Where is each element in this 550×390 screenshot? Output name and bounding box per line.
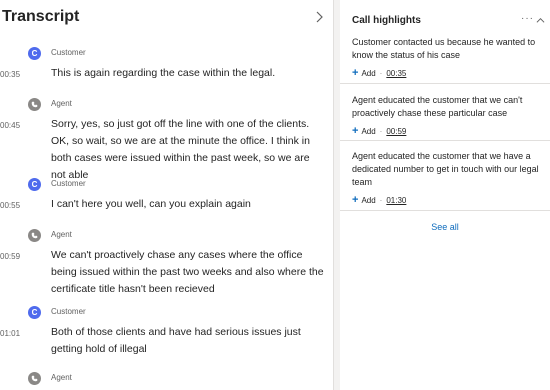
speaker-name: Agent — [51, 373, 72, 382]
speaker-name: Agent — [51, 230, 72, 239]
timestamp[interactable]: 01:01 — [0, 328, 20, 340]
highlight-timestamp-link[interactable]: 01:30 — [386, 196, 406, 205]
plus-icon[interactable]: + — [352, 194, 358, 206]
speaker-row: Agent — [0, 98, 200, 112]
highlight-text: Agent educated the customer that we can'… — [352, 95, 523, 118]
transcript-title: Transcript — [2, 8, 80, 25]
phone-icon — [31, 101, 38, 108]
speaker-row: C Customer — [0, 47, 200, 61]
speaker-row: Agent — [0, 372, 200, 386]
highlight-actions: + Add · 00:59 — [352, 125, 540, 137]
agent-avatar — [28, 98, 41, 111]
highlight-item: Customer contacted us because he wanted … — [352, 36, 540, 79]
divider — [340, 140, 550, 141]
phone-icon — [31, 232, 38, 239]
transcript-entry: C Customer 00:55 I can't here you well, … — [0, 178, 333, 218]
add-button[interactable]: Add — [361, 127, 375, 136]
separator-dot: · — [379, 127, 383, 136]
see-all-link[interactable]: See all — [340, 222, 550, 232]
divider — [340, 210, 550, 211]
timestamp[interactable]: 00:59 — [0, 251, 20, 263]
add-button[interactable]: Add — [361, 69, 375, 78]
message-text: I can't here you well, can you explain a… — [51, 198, 251, 210]
message-text: Both of those clients and have had serio… — [51, 326, 301, 355]
highlight-item: Agent educated the customer that we have… — [352, 150, 540, 206]
timestamp[interactable]: 00:35 — [0, 69, 20, 81]
customer-avatar: C — [28, 47, 41, 60]
transcript-entry: Agent — [0, 372, 333, 390]
highlight-actions: + Add · 00:35 — [352, 67, 540, 79]
message-text: This is again regarding the case within … — [51, 67, 276, 79]
customer-avatar: C — [28, 178, 41, 191]
separator-dot: · — [379, 69, 383, 78]
call-highlights-pane: Call highlights ··· Customer contacted u… — [340, 0, 550, 390]
plus-icon[interactable]: + — [352, 125, 358, 137]
transcript-entry: Agent 00:45 Sorry, yes, so just got off … — [0, 98, 333, 181]
speaker-name: Customer — [51, 307, 86, 316]
agent-avatar — [28, 229, 41, 242]
divider — [340, 83, 550, 84]
highlight-item: Agent educated the customer that we can'… — [352, 94, 540, 137]
transcript-entry: C Customer 00:35 This is again regarding… — [0, 47, 333, 87]
highlight-timestamp-link[interactable]: 00:59 — [386, 127, 406, 136]
message-text: We can't proactively chase any cases whe… — [51, 249, 324, 295]
timestamp[interactable]: 00:45 — [0, 120, 20, 132]
customer-avatar: C — [28, 306, 41, 319]
message-text: Sorry, yes, so just got off the line wit… — [51, 118, 310, 181]
chevron-up-icon[interactable] — [536, 16, 545, 25]
speaker-name: Customer — [51, 48, 86, 57]
speaker-row: C Customer — [0, 178, 200, 192]
transcript-pane: Transcript C Customer 00:35 This is agai… — [0, 0, 334, 390]
speaker-row: Agent — [0, 229, 200, 243]
more-options-icon[interactable]: ··· — [521, 13, 534, 24]
highlight-actions: + Add · 01:30 — [352, 194, 540, 206]
timestamp[interactable]: 00:55 — [0, 200, 20, 212]
speaker-name: Customer — [51, 179, 86, 188]
speaker-row: C Customer — [0, 306, 200, 320]
chevron-right-icon[interactable] — [312, 10, 326, 24]
plus-icon[interactable]: + — [352, 67, 358, 79]
call-highlights-title: Call highlights — [352, 15, 421, 26]
transcript-entry: Agent 00:59 We can't proactively chase a… — [0, 229, 333, 301]
transcript-header: Transcript — [0, 0, 333, 36]
add-button[interactable]: Add — [361, 196, 375, 205]
speaker-name: Agent — [51, 99, 72, 108]
highlight-timestamp-link[interactable]: 00:35 — [386, 69, 406, 78]
separator-dot: · — [379, 196, 383, 205]
agent-avatar — [28, 372, 41, 385]
phone-icon — [31, 375, 38, 382]
transcript-entry: C Customer 01:01 Both of those clients a… — [0, 306, 333, 361]
highlight-text: Agent educated the customer that we have… — [352, 151, 539, 187]
highlight-text: Customer contacted us because he wanted … — [352, 37, 536, 60]
